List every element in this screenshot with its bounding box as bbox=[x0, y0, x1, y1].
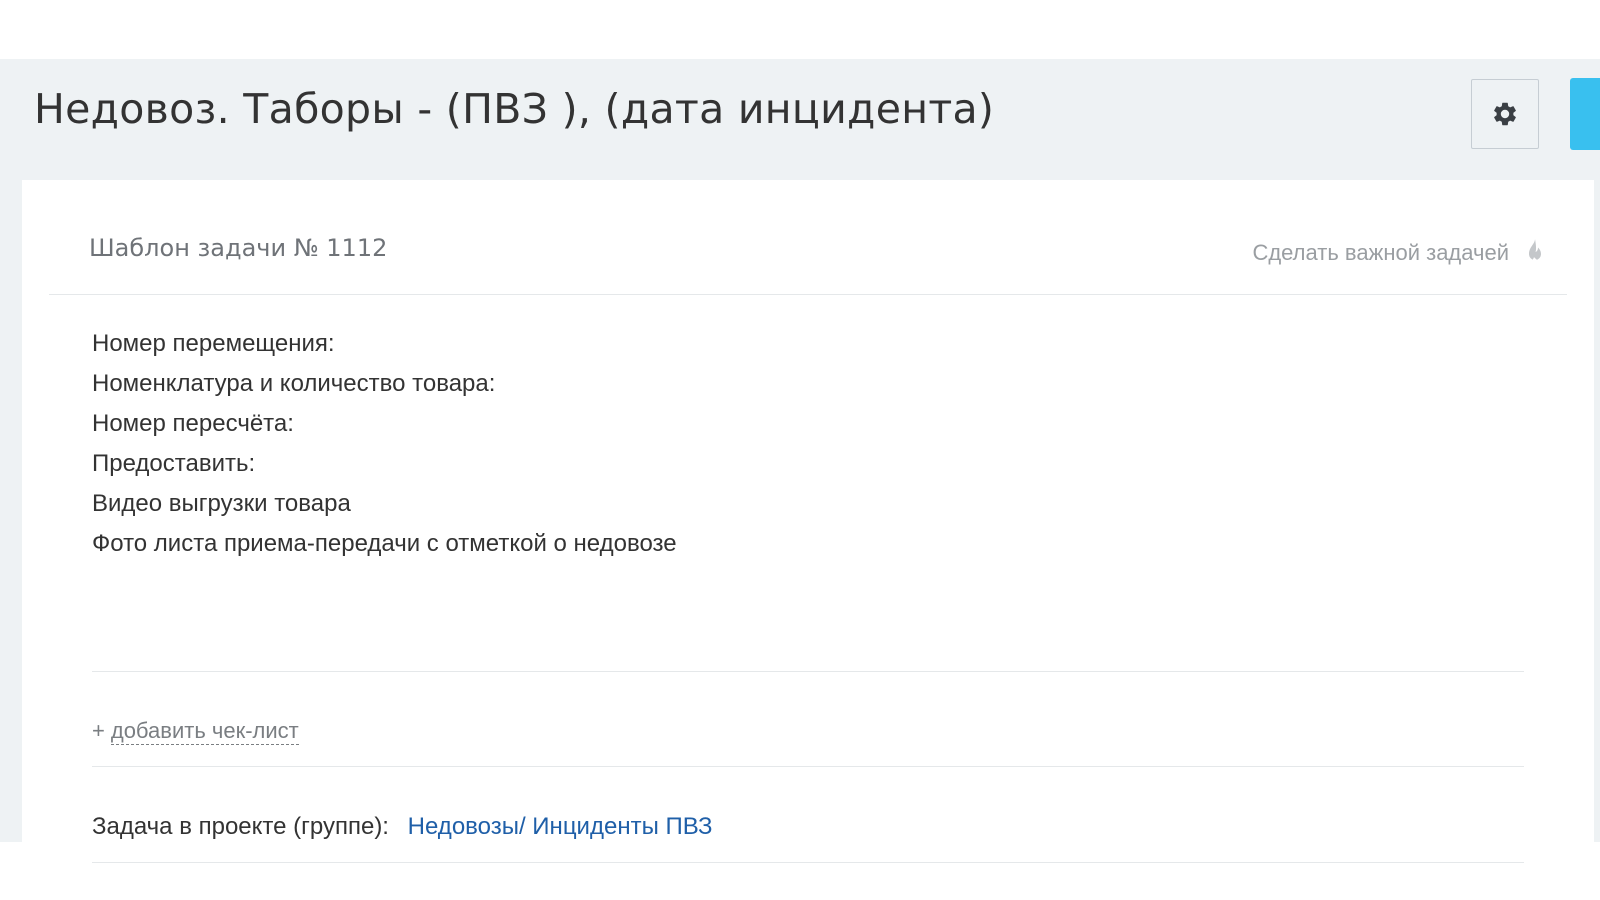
description-line: Номенклатура и количество товара: bbox=[92, 370, 496, 397]
section-divider bbox=[92, 766, 1524, 767]
page-title: Недовоз. Таборы - (ПВЗ ), (дата инцидент… bbox=[34, 85, 995, 133]
make-important-toggle[interactable]: Сделать важной задачей bbox=[1252, 238, 1547, 268]
section-divider bbox=[92, 862, 1524, 863]
template-number-label: Шаблон задачи № 1112 bbox=[89, 234, 388, 262]
add-checklist-label: добавить чек-лист bbox=[110, 718, 299, 745]
description-line: Номер пересчёта: bbox=[92, 410, 294, 437]
card-header: Шаблон задачи № 1112 Сделать важной зада… bbox=[49, 180, 1567, 295]
settings-button[interactable] bbox=[1471, 79, 1539, 149]
plus-icon: + bbox=[92, 718, 105, 743]
flame-icon bbox=[1529, 239, 1541, 265]
project-row: Задача в проекте (группе): Недовозы/ Инц… bbox=[92, 813, 712, 841]
gear-icon bbox=[1494, 102, 1516, 126]
page-header: Недовоз. Таборы - (ПВЗ ), (дата инцидент… bbox=[0, 59, 1600, 180]
description-line: Фото листа приема-передачи с отметкой о … bbox=[92, 530, 677, 557]
make-important-label: Сделать важной задачей bbox=[1252, 240, 1509, 265]
description-line: Видео выгрузки товара bbox=[92, 490, 351, 517]
task-template-card: Шаблон задачи № 1112 Сделать важной зада… bbox=[22, 180, 1594, 863]
project-label: Задача в проекте (группе): bbox=[92, 813, 389, 840]
app-root: Недовоз. Таборы - (ПВЗ ), (дата инцидент… bbox=[0, 0, 1600, 900]
primary-action-button[interactable] bbox=[1570, 78, 1600, 150]
project-link[interactable]: Недовозы/ Инциденты ПВЗ bbox=[408, 813, 713, 840]
description-line: Номер перемещения: bbox=[92, 330, 335, 357]
section-divider bbox=[92, 671, 1524, 672]
add-checklist-link[interactable]: + добавить чек-лист bbox=[92, 718, 299, 745]
description-line: Предоставить: bbox=[92, 450, 256, 477]
page-area: Недовоз. Таборы - (ПВЗ ), (дата инцидент… bbox=[0, 59, 1600, 863]
task-description: Номер перемещения: Номенклатура и количе… bbox=[92, 324, 677, 564]
